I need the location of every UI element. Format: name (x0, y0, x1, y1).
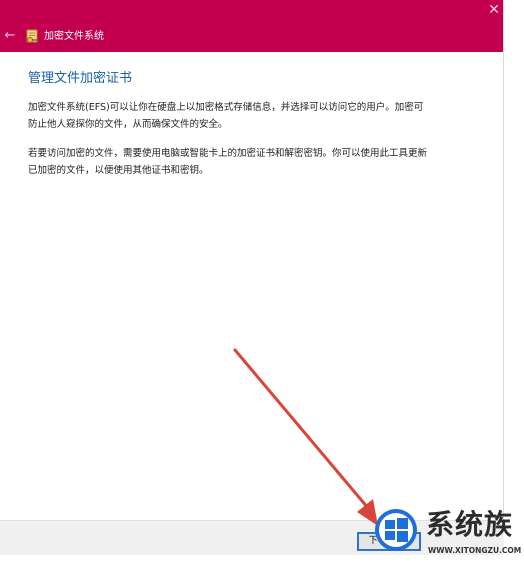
site-watermark: 系统族 WWW.XITONGZU.COM (372, 504, 524, 564)
efs-wizard-window: ← 加密文件系统 ✕ 管理文件加密证书 加密文件系统(EFS)可以让你在硬盘上以… (0, 0, 524, 564)
watermark-site-name: 系统族 (426, 508, 514, 541)
description-paragraph-1: 加密文件系统(EFS)可以让你在硬盘上以加密格式存储信息，并选择可以访问它的用户… (28, 102, 424, 130)
title-bar: ← 加密文件系统 ✕ (0, 0, 503, 52)
close-icon[interactable]: ✕ (486, 2, 502, 18)
certificate-key-icon (26, 29, 38, 43)
page-heading: 管理文件加密证书 (28, 71, 133, 86)
watermark-url: WWW.XITONGZU.COM (428, 546, 522, 555)
description-paragraph-2: 若要访问加密的文件，需要使用电脑或智能卡上的加密证书和解密密钥。你可以使用此工具… (28, 148, 428, 176)
windows-logo-icon (375, 509, 417, 551)
back-arrow-icon[interactable]: ← (3, 26, 17, 46)
window-border (503, 0, 504, 520)
window-title: 加密文件系统 (44, 31, 104, 42)
